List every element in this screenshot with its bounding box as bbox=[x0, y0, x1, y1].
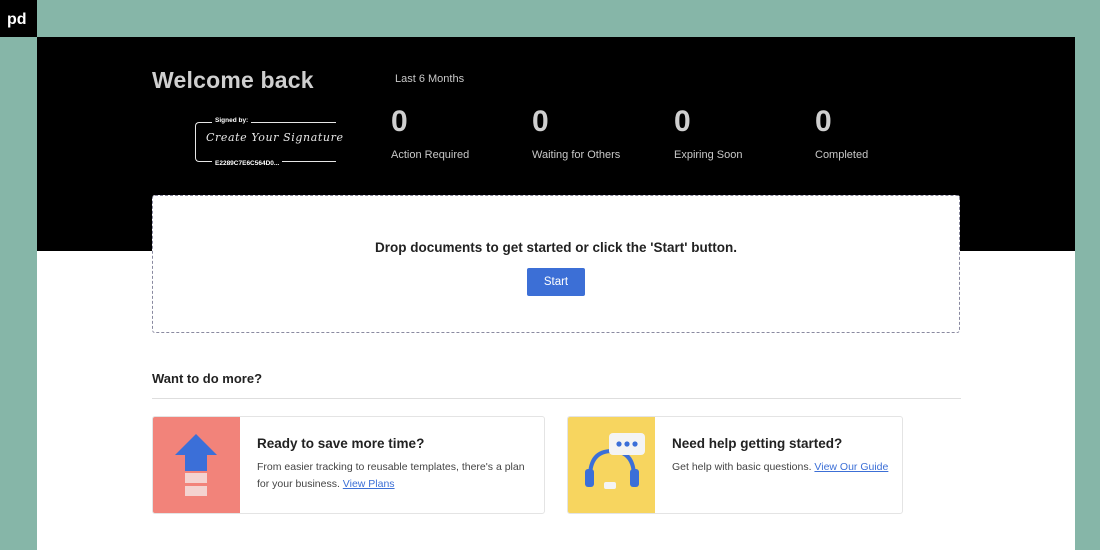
start-button[interactable]: Start bbox=[527, 268, 585, 296]
document-dropzone[interactable]: Drop documents to get started or click t… bbox=[152, 195, 960, 333]
stat-value: 0 bbox=[532, 105, 549, 138]
page-title: Welcome back bbox=[152, 67, 314, 93]
pandadoc-logo[interactable]: pd bbox=[0, 0, 37, 37]
card-description: From easier tracking to reusable templat… bbox=[257, 461, 525, 490]
stat-waiting-for-others[interactable]: 0 Waiting for Others bbox=[532, 105, 620, 161]
stat-label: Expiring Soon bbox=[674, 149, 743, 161]
logo-icon: pd bbox=[7, 11, 27, 28]
headset-support-icon bbox=[568, 417, 655, 513]
stat-action-required[interactable]: 0 Action Required bbox=[391, 105, 469, 161]
signature-script: Create Your Signature bbox=[206, 131, 344, 144]
card-title: Ready to save more time? bbox=[257, 436, 425, 451]
view-plans-link[interactable]: View Plans bbox=[343, 478, 395, 490]
stat-value: 0 bbox=[815, 105, 832, 138]
dropzone-text: Drop documents to get started or click t… bbox=[375, 240, 737, 255]
upgrade-arrow-icon bbox=[153, 417, 240, 513]
period-label: Last 6 Months bbox=[395, 73, 465, 85]
stat-value: 0 bbox=[674, 105, 691, 138]
signature-id: E2289C7E6C564D0... bbox=[212, 160, 283, 167]
divider bbox=[152, 398, 961, 399]
stat-label: Action Required bbox=[391, 149, 470, 161]
stat-completed[interactable]: 0 Completed bbox=[815, 105, 868, 161]
app-window: Welcome back Signed by: Create Your Sign… bbox=[37, 37, 1075, 550]
card-title: Need help getting started? bbox=[672, 436, 843, 451]
view-guide-link[interactable]: View Our Guide bbox=[814, 461, 888, 473]
stat-label: Completed bbox=[815, 149, 869, 161]
help-card: Need help getting started? Get help with… bbox=[567, 416, 903, 514]
signature-card[interactable]: Signed by: Create Your Signature E2289C7… bbox=[195, 117, 343, 167]
card-description: Get help with basic questions. View Our … bbox=[672, 461, 889, 473]
stat-expiring-soon[interactable]: 0 Expiring Soon bbox=[674, 105, 743, 161]
upgrade-card: Ready to save more time? From easier tra… bbox=[152, 416, 545, 514]
svg-text:pd: pd bbox=[7, 11, 27, 28]
signature-label: Signed by: bbox=[212, 117, 252, 124]
stat-label: Waiting for Others bbox=[532, 149, 621, 161]
stat-value: 0 bbox=[391, 105, 408, 138]
section-title: Want to do more? bbox=[152, 371, 263, 386]
